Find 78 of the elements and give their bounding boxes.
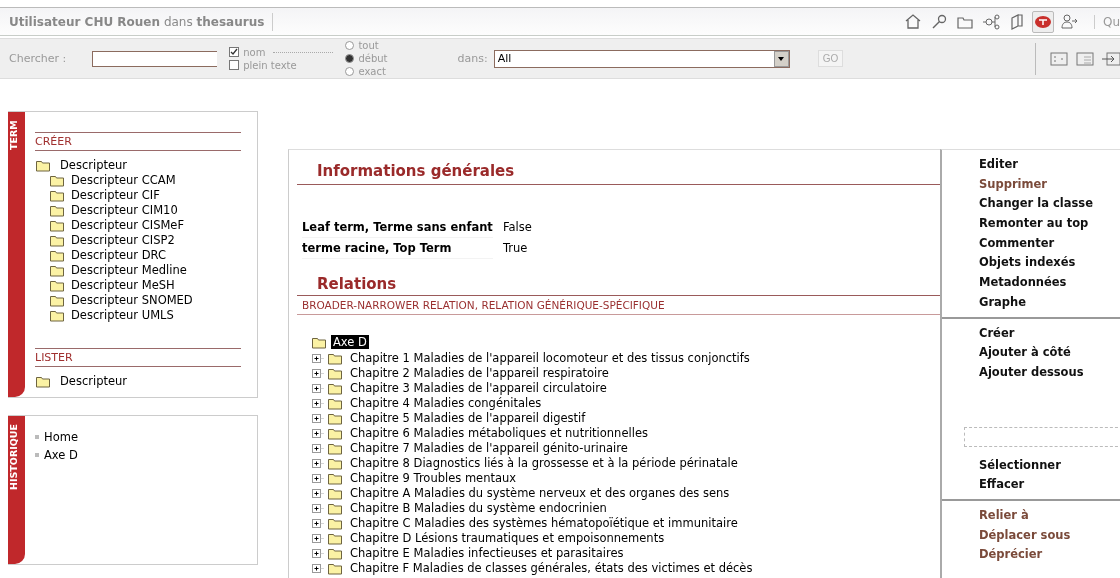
action-link[interactable]: Changer la classe [979,194,1120,215]
radio-button[interactable] [345,41,355,50]
action-link[interactable]: Editer [979,155,1120,175]
history-link[interactable]: Home [44,430,78,444]
user-icon [1058,11,1079,32]
tree-item[interactable]: Descripteur CIF [49,187,241,202]
tree-item[interactable]: Chapitre 3 Maladies de l'appareil circulatoire [350,380,607,395]
tree-item[interactable]: Chapitre 5 Maladies de l'appareil digestif [350,410,586,425]
search-label: Chercher : [9,52,67,65]
tree-item[interactable]: Descripteur [35,157,241,172]
panel-tab[interactable]: TERM [8,112,25,397]
user-context-text: Utilisateur CHU Rouen dans thesaurus [9,14,265,29]
tree-item[interactable]: Chapitre E Maladies infectieuses et parasitaires [350,545,624,560]
checkbox-label: nom [243,45,266,59]
checkbox[interactable] [229,60,240,70]
action-link[interactable]: Remonter au top [979,214,1120,234]
tree-item[interactable]: Chapitre B Maladies du système endocrinien [350,500,607,515]
tree-item[interactable]: Chapitre 9 Troubles mentaux [350,470,517,485]
tree-item[interactable]: Chapitre C Maladies des systèmes hématopoïétique et immunitaire [350,515,738,530]
tree-item[interactable]: Chapitre 7 Maladies de l'appareil génito-urinaire [350,440,628,455]
scope-dropdown[interactable]: All [493,49,790,68]
action-link[interactable]: Effacer [979,475,1120,495]
view-button[interactable] [1102,50,1120,67]
tree-item[interactable]: Descripteur MeSH [49,277,241,292]
export-view-icon [1102,50,1120,67]
tree-item[interactable]: Chapitre 1 Maladies de l'appareil locomoteur et des tissus conjonctifs [350,350,750,365]
folder-icon [311,335,327,349]
action-link[interactable]: Ajouter dessous [979,362,1120,383]
tree-item[interactable]: Chapitre 8 Diagnostics liés à la grossesse et à la période périnatale [350,455,738,470]
tree-item[interactable]: Descripteur CCAM [49,172,241,187]
tree-item[interactable]: Chapitre 4 Maladies congénitales [350,395,542,410]
tree-item[interactable]: Descripteur SNOMED [49,292,241,307]
tree-item[interactable]: Chapitre F Maladies de classes générales, états des victimes et décès [350,560,753,575]
tree-item[interactable]: Chapitre 2 Maladies de l'appareil respiratoire [350,365,609,380]
network-icon [980,11,1001,32]
property-label: terme racine, Top Term [302,238,493,259]
checkbox-label: plein texte [243,58,297,72]
property-label: Leaf term, Terme sans enfant [302,217,493,238]
tree-item[interactable]: Descripteur DRC [49,247,241,262]
toolbar-button[interactable] [1031,10,1054,33]
action-link[interactable]: Objets indexés [979,253,1120,274]
radio-button[interactable] [345,54,355,63]
bullet-icon [35,453,39,457]
relation-type-label: BROADER-NARROWER RELATION, RELATION GÉNÉRIQUE-SPÉCIFIQUE [297,296,940,315]
action-link[interactable]: Metadonnées [979,273,1120,293]
tree-item[interactable]: Descripteur [35,373,241,388]
page-view-icon [1076,50,1094,67]
action-link[interactable]: Commenter [979,233,1120,254]
tree-item[interactable]: Descripteur Medline [49,262,241,277]
section-header: CRÉER [35,132,241,151]
section-title: Informations générales [297,162,940,185]
tree-item[interactable]: Descripteur CISP2 [49,232,241,247]
radio-label: exact [358,65,386,78]
action-link[interactable]: Graphe [979,292,1120,313]
radio-label: tout [358,39,379,52]
property-value: True [502,240,529,257]
action-link[interactable]: Créer [979,323,1120,344]
tree-item[interactable]: Axe D [331,335,369,349]
radio-label: début [358,52,388,65]
scope-label: dans: [457,52,488,65]
tree-item[interactable]: Chapitre D Lésions traumatiques et empoisonnements [350,530,665,545]
section-title: Relations [297,275,940,296]
search-field[interactable] [92,50,218,67]
section-header: LISTER [35,348,241,367]
bullet-icon [35,435,39,439]
tree-item[interactable]: Descripteur CISMeF [49,217,241,232]
checkbox[interactable] [229,47,240,57]
tree-item[interactable]: Chapitre A Maladies du système nerveux et des organes des sens [350,485,730,500]
action-link[interactable]: Sélectionner [979,455,1120,476]
action-link[interactable]: Ajouter à côté [979,343,1120,363]
tree-item[interactable]: Descripteur UMLS [49,307,241,322]
list-view-icon [1050,50,1068,67]
history-link[interactable]: Axe D [44,448,78,462]
property-value: False [502,219,532,236]
tree-item[interactable]: Descripteur CIM10 [49,202,241,217]
tree-item[interactable]: Chapitre 6 Maladies métaboliques et nutritionnelles [350,425,648,440]
radio-button[interactable] [345,67,355,76]
panel-tab[interactable]: HISTORIQUE [8,416,25,564]
